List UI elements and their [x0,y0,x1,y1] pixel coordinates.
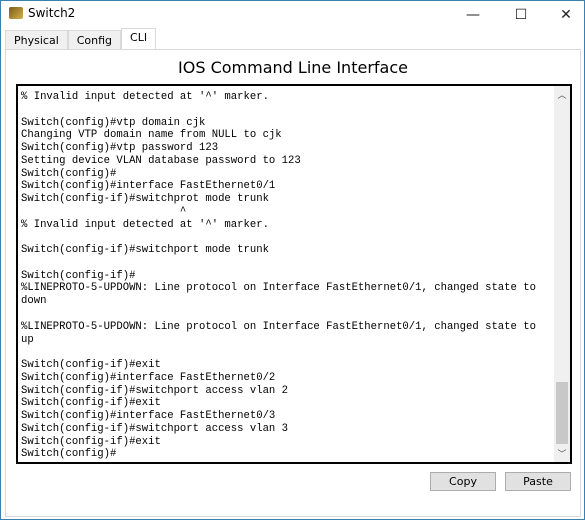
scrollbar-thumb[interactable] [556,382,568,444]
terminal-line: %LINEPROTO-5-UPDOWN: Line protocol on In… [21,282,536,295]
terminal-line: Switch(config)#vtp domain cjk [21,116,206,129]
terminal-line: up [21,333,34,346]
paste-button[interactable]: Paste [505,472,571,491]
minimize-button[interactable]: — [458,3,488,27]
window: Switch2 — ☐ ✕ Physical Config CLI IOS Co… [0,0,585,520]
terminal-line: Switch(config)#interface FastEthernet0/3 [21,410,276,423]
terminal-line: Setting device VLAN database password to… [21,154,301,167]
terminal-line: Switch(config)#interface FastEthernet0/1 [21,180,276,193]
terminal-line: % Invalid input detected at '^' marker. [21,218,269,231]
terminal-line: Switch(config)#vtp password 123 [21,142,219,155]
terminal-line: Switch(config)# [21,167,117,180]
terminal-line: Switch(config)#interface FastEthernet0/2 [21,371,276,384]
terminal-line: % Invalid input detected at '^' marker. [21,91,269,103]
terminal-line: Switch(config-if)#exit [21,359,161,372]
terminal-line: Switch(config-if)# [21,269,136,282]
window-title: Switch2 [28,6,76,20]
terminal-line: Switch(config-if)#switchport access vlan… [21,384,289,397]
terminal-line: %LINEPROTO-5-UPDOWN: Line protocol on In… [21,320,536,333]
terminal-line: Switch(config-if)#exit [21,397,161,410]
cli-terminal[interactable]: % Invalid input detected at '^' marker. S… [16,84,572,464]
scroll-down-icon[interactable]: ﹀ [554,447,570,460]
terminal-line: Switch(config)# [21,448,117,461]
scroll-up-icon[interactable]: ︿ [554,88,570,101]
maximize-button[interactable]: ☐ [506,3,536,27]
copy-button[interactable]: Copy [430,472,496,491]
tab-config[interactable]: Config [67,30,122,50]
terminal-line: down [21,295,47,308]
terminal-line: Switch(config-if)#switchport mode trunk [21,244,269,257]
terminal-line: Switch(config-if)#exit [21,435,161,448]
terminal-line: Switch(config-if)#switchport access vlan… [21,422,289,435]
close-button[interactable]: ✕ [551,3,581,27]
terminal-line: Changing VTP domain name from NULL to cj… [21,129,282,142]
terminal-output: % Invalid input detected at '^' marker. S… [21,91,536,461]
terminal-line: ^ [21,205,187,218]
title-bar: Switch2 [9,6,75,20]
terminal-line: Switch(config-if)#switchprot mode trunk [21,193,269,206]
tab-bar: Physical Config CLI [5,28,157,50]
tab-physical[interactable]: Physical [5,30,68,50]
scrollbar[interactable]: ︿ ﹀ [554,86,570,462]
cli-panel: IOS Command Line Interface % Invalid inp… [5,49,581,517]
app-logo-icon [9,7,23,19]
tab-cli[interactable]: CLI [121,28,157,50]
cli-heading: IOS Command Line Interface [178,58,408,77]
